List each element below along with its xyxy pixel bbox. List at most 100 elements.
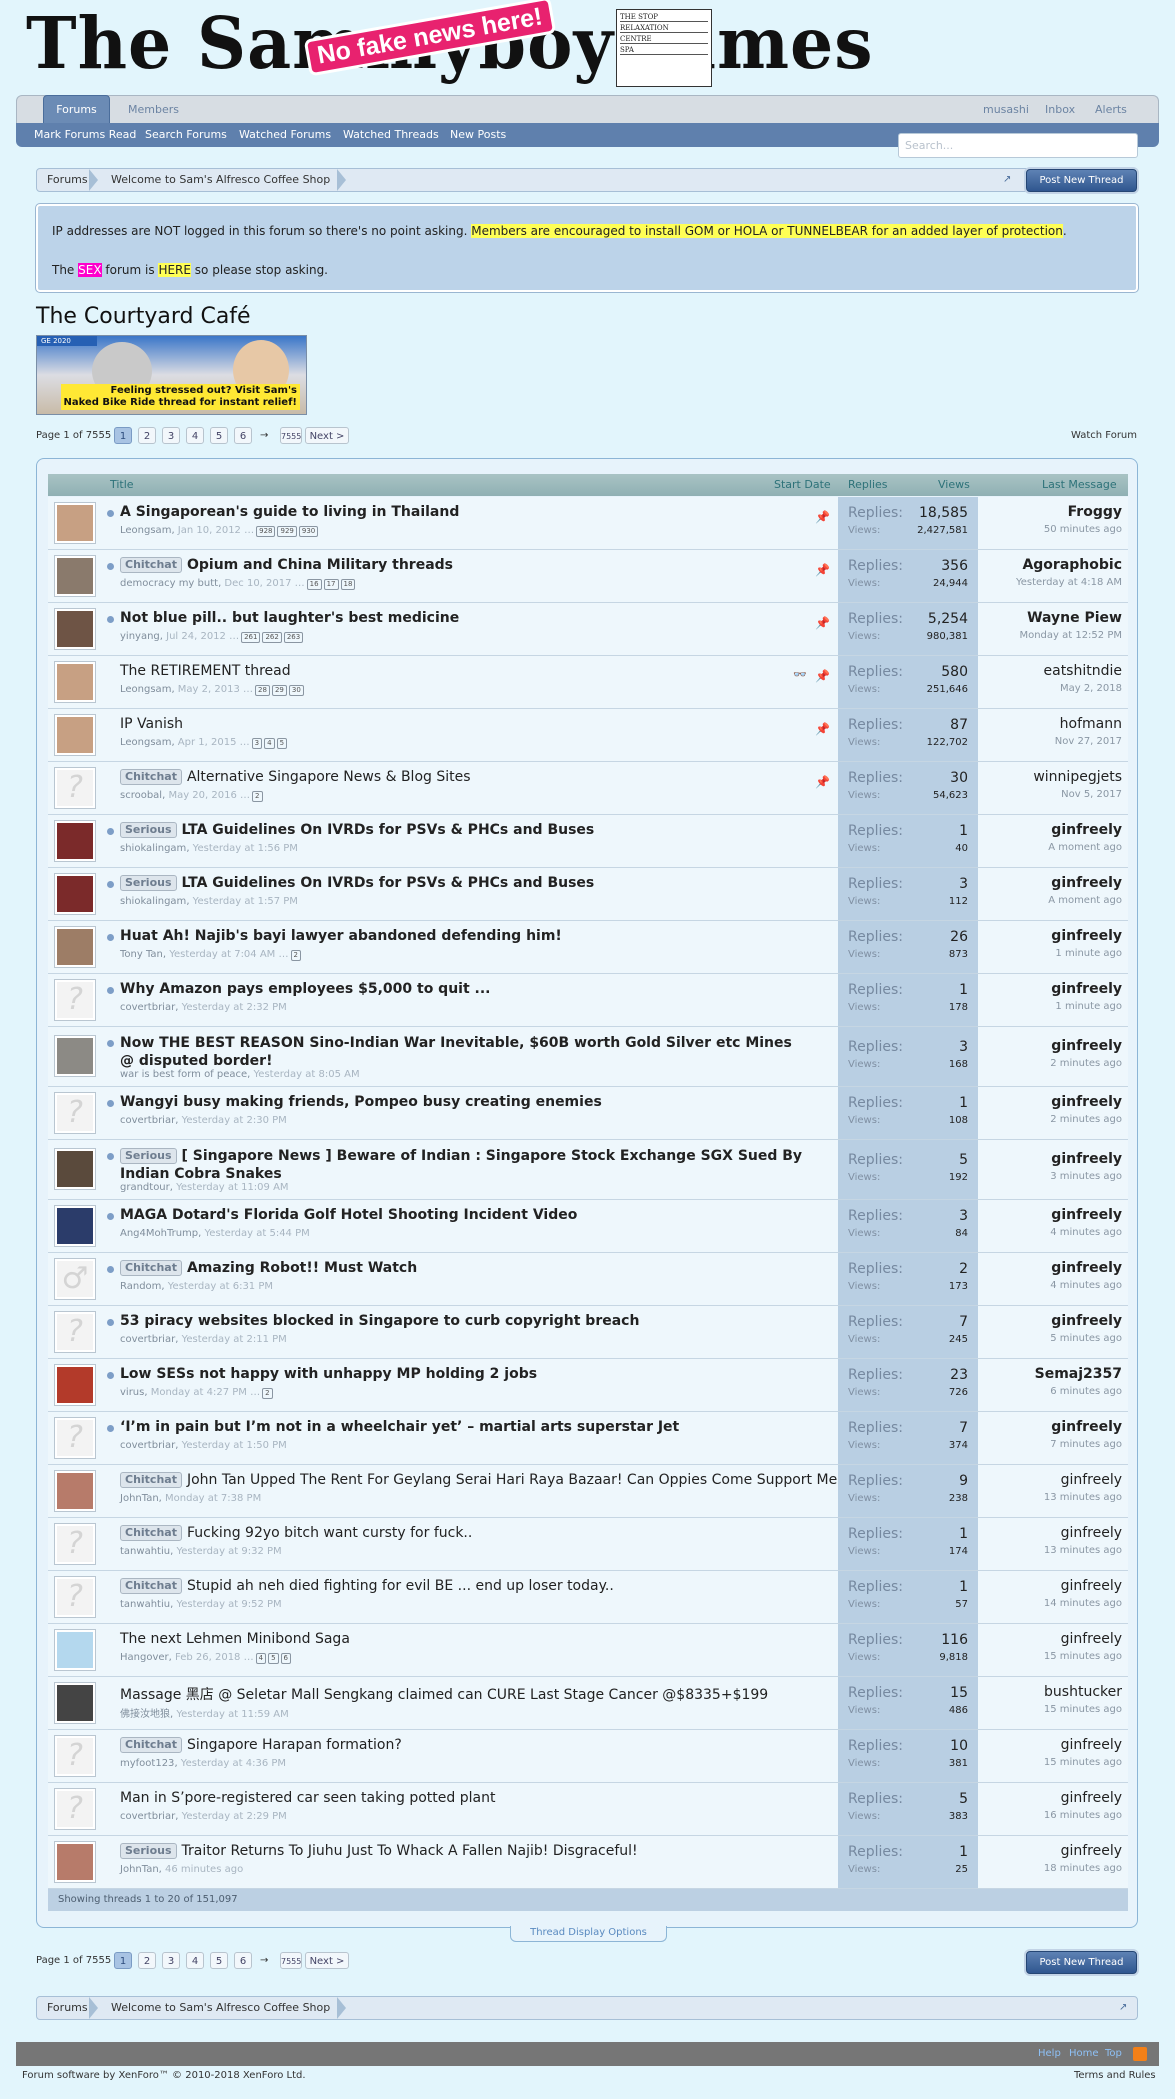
thread-author[interactable]: Ang4MohTrump <box>120 1228 198 1239</box>
thread-title-text[interactable]: IP Vanish <box>120 716 183 732</box>
unread-indicator-icon[interactable] <box>107 881 114 888</box>
thread-author[interactable]: myfoot123 <box>120 1758 174 1769</box>
avatar[interactable]: ♂ <box>54 1258 96 1300</box>
last-message-user[interactable]: ginfreely <box>1051 981 1122 997</box>
thread-start-date[interactable]: Dec 10, 2017 <box>224 578 291 589</box>
last-message-user[interactable]: ginfreely <box>1048 875 1122 891</box>
watched-forums-link[interactable]: Watched Forums <box>239 123 331 147</box>
avatar[interactable] <box>54 661 96 703</box>
thread-author[interactable]: covertbriar <box>120 1002 175 1013</box>
thread-author[interactable]: Leongsam <box>120 684 171 695</box>
thread-author[interactable]: Random <box>120 1281 161 1292</box>
avatar[interactable]: ? <box>54 979 96 1021</box>
avatar[interactable]: ? <box>54 1576 96 1618</box>
last-message-time[interactable]: 13 minutes ago <box>1044 1492 1122 1503</box>
thread-page-link[interactable]: 261 <box>241 632 261 643</box>
thread-title-text[interactable]: Wangyi busy making friends, Pompeo busy … <box>120 1094 602 1110</box>
page-link-6[interactable]: 6 <box>234 1952 252 1969</box>
next-page-link[interactable]: Next > <box>305 427 349 444</box>
thread-page-link[interactable]: 2 <box>252 791 263 802</box>
last-message-time[interactable]: 4 minutes ago <box>1050 1227 1122 1238</box>
thread-start-date[interactable]: Yesterday at 2:11 PM <box>182 1334 287 1345</box>
thread-title[interactable]: Chitchat Stupid ah neh died fighting for … <box>120 1578 614 1594</box>
thread-title[interactable]: Serious LTA Guidelines On IVRDs for PSVs … <box>120 875 594 891</box>
page-link-2[interactable]: 2 <box>138 1952 156 1969</box>
thread-title[interactable]: Chitchat Singapore Harapan formation? <box>120 1737 402 1753</box>
thread-title[interactable]: MAGA Dotard's Florida Golf Hotel Shootin… <box>120 1207 577 1223</box>
avatar[interactable] <box>54 555 96 597</box>
thread-title[interactable]: Wangyi busy making friends, Pompeo busy … <box>120 1094 602 1110</box>
unread-indicator-icon[interactable] <box>107 1266 114 1273</box>
thread-author[interactable]: covertbriar <box>120 1440 175 1451</box>
thread-prefix[interactable]: Chitchat <box>120 1737 182 1753</box>
thread-prefix[interactable]: Serious <box>120 1148 177 1164</box>
header-start-date[interactable]: Start Date <box>774 474 831 496</box>
breadcrumb-forums[interactable]: Forums <box>47 1997 88 2019</box>
thread-prefix[interactable]: Chitchat <box>120 1525 182 1541</box>
thread-author[interactable]: 佛接汝地狼 <box>120 1709 170 1720</box>
thread-title-text[interactable]: Low SESs not happy with unhappy MP holdi… <box>120 1366 537 1382</box>
avatar[interactable] <box>54 1035 96 1077</box>
last-message-user[interactable]: ginfreely <box>1051 928 1122 944</box>
thread-prefix[interactable]: Serious <box>120 1843 177 1859</box>
thread-title-text[interactable]: John Tan Upped The Rent For Geylang Sera… <box>187 1472 845 1488</box>
page-link-5[interactable]: 5 <box>210 427 228 444</box>
thread-row[interactable]: ? Man in S’pore-registered car seen takin… <box>48 1783 1128 1836</box>
thread-row[interactable]: ? Wangyi busy making friends, Pompeo busy… <box>48 1087 1128 1140</box>
last-message-time[interactable]: 4 minutes ago <box>1050 1280 1122 1291</box>
search-forums-link[interactable]: Search Forums <box>145 123 227 147</box>
last-message-user[interactable]: Wayne Piew <box>1019 610 1122 626</box>
thread-start-date[interactable]: 46 minutes ago <box>165 1864 243 1875</box>
avatar[interactable]: ? <box>54 1311 96 1353</box>
thread-title[interactable]: Low SESs not happy with unhappy MP holdi… <box>120 1366 537 1382</box>
thread-display-options[interactable]: Thread Display Options <box>510 1926 667 1942</box>
thread-title[interactable]: Now THE BEST REASON Sino-Indian War Inev… <box>120 1034 810 1070</box>
page-link-5[interactable]: 5 <box>210 1952 228 1969</box>
unread-indicator-icon[interactable] <box>107 1213 114 1220</box>
search-input[interactable]: Search... <box>898 133 1138 158</box>
thread-author[interactable]: Tony Tan <box>120 949 163 960</box>
thread-row[interactable]: Low SESs not happy with unhappy MP holdi… <box>48 1359 1128 1412</box>
nav-alerts[interactable]: Alerts <box>1095 96 1127 124</box>
thread-page-link[interactable]: 5 <box>268 1653 279 1664</box>
thread-start-date[interactable]: Yesterday at 1:57 PM <box>193 896 298 907</box>
unread-indicator-icon[interactable] <box>107 987 114 994</box>
thread-title[interactable]: ‘I’m in pain but I’m not in a wheelchair… <box>120 1419 679 1435</box>
last-message-time[interactable]: 15 minutes ago <box>1044 1757 1122 1768</box>
thread-row[interactable]: Serious[ Singapore News ] Beware of Indi… <box>48 1140 1128 1200</box>
footer-help-link[interactable]: Help <box>1038 2042 1061 2066</box>
header-replies[interactable]: Replies <box>848 474 888 496</box>
thread-author[interactable]: scroobal <box>120 790 162 801</box>
last-message-user[interactable]: Froggy <box>1044 504 1122 520</box>
page-link-1[interactable]: 1 <box>114 1952 132 1969</box>
thread-title-text[interactable]: LTA Guidelines On IVRDs for PSVs & PHCs … <box>182 875 595 891</box>
thread-title-text[interactable]: Amazing Robot!! Must Watch <box>187 1260 417 1276</box>
thread-title-text[interactable]: [ Singapore News ] Beware of Indian : Si… <box>120 1148 802 1182</box>
thread-row[interactable]: A Singaporean's guide to living in Thail… <box>48 497 1128 550</box>
thread-page-link[interactable]: 3 <box>251 738 263 749</box>
avatar[interactable] <box>54 608 96 650</box>
thread-row[interactable]: Chitchat John Tan Upped The Rent For Geyl… <box>48 1465 1128 1518</box>
last-message-time[interactable]: 16 minutes ago <box>1044 1810 1122 1821</box>
footer-top-link[interactable]: Top <box>1105 2042 1122 2066</box>
page-link-4[interactable]: 4 <box>186 1952 204 1969</box>
unread-indicator-icon[interactable] <box>107 1153 114 1160</box>
thread-row[interactable]: Serious Traitor Returns To Jiuhu Just To … <box>48 1836 1128 1889</box>
thread-row[interactable]: ? 53 piracy websites blocked in Singapore… <box>48 1306 1128 1359</box>
thread-start-date[interactable]: Yesterday at 1:56 PM <box>193 843 298 854</box>
thread-page-link[interactable]: 30 <box>288 685 304 696</box>
thread-start-date[interactable]: Jul 24, 2012 <box>166 631 226 642</box>
last-message-user[interactable]: ginfreely <box>1050 1419 1122 1435</box>
thread-author[interactable]: democracy my butt <box>120 578 218 589</box>
thread-page-link[interactable]: 4 <box>264 738 275 749</box>
thread-title[interactable]: Man in S’pore-registered car seen taking… <box>120 1790 495 1806</box>
avatar[interactable]: ? <box>54 1417 96 1459</box>
avatar[interactable] <box>54 820 96 862</box>
unread-indicator-icon[interactable] <box>107 1372 114 1379</box>
thread-title[interactable]: Chitchat John Tan Upped The Rent For Geyl… <box>120 1472 845 1488</box>
next-page-link[interactable]: Next > <box>305 1952 349 1969</box>
last-message-user[interactable]: bushtucker <box>1044 1684 1122 1700</box>
thread-start-date[interactable]: Feb 26, 2018 <box>175 1652 240 1663</box>
thread-row[interactable]: ? Chitchat Fucking 92yo bitch want cursty … <box>48 1518 1128 1571</box>
avatar[interactable] <box>54 926 96 968</box>
